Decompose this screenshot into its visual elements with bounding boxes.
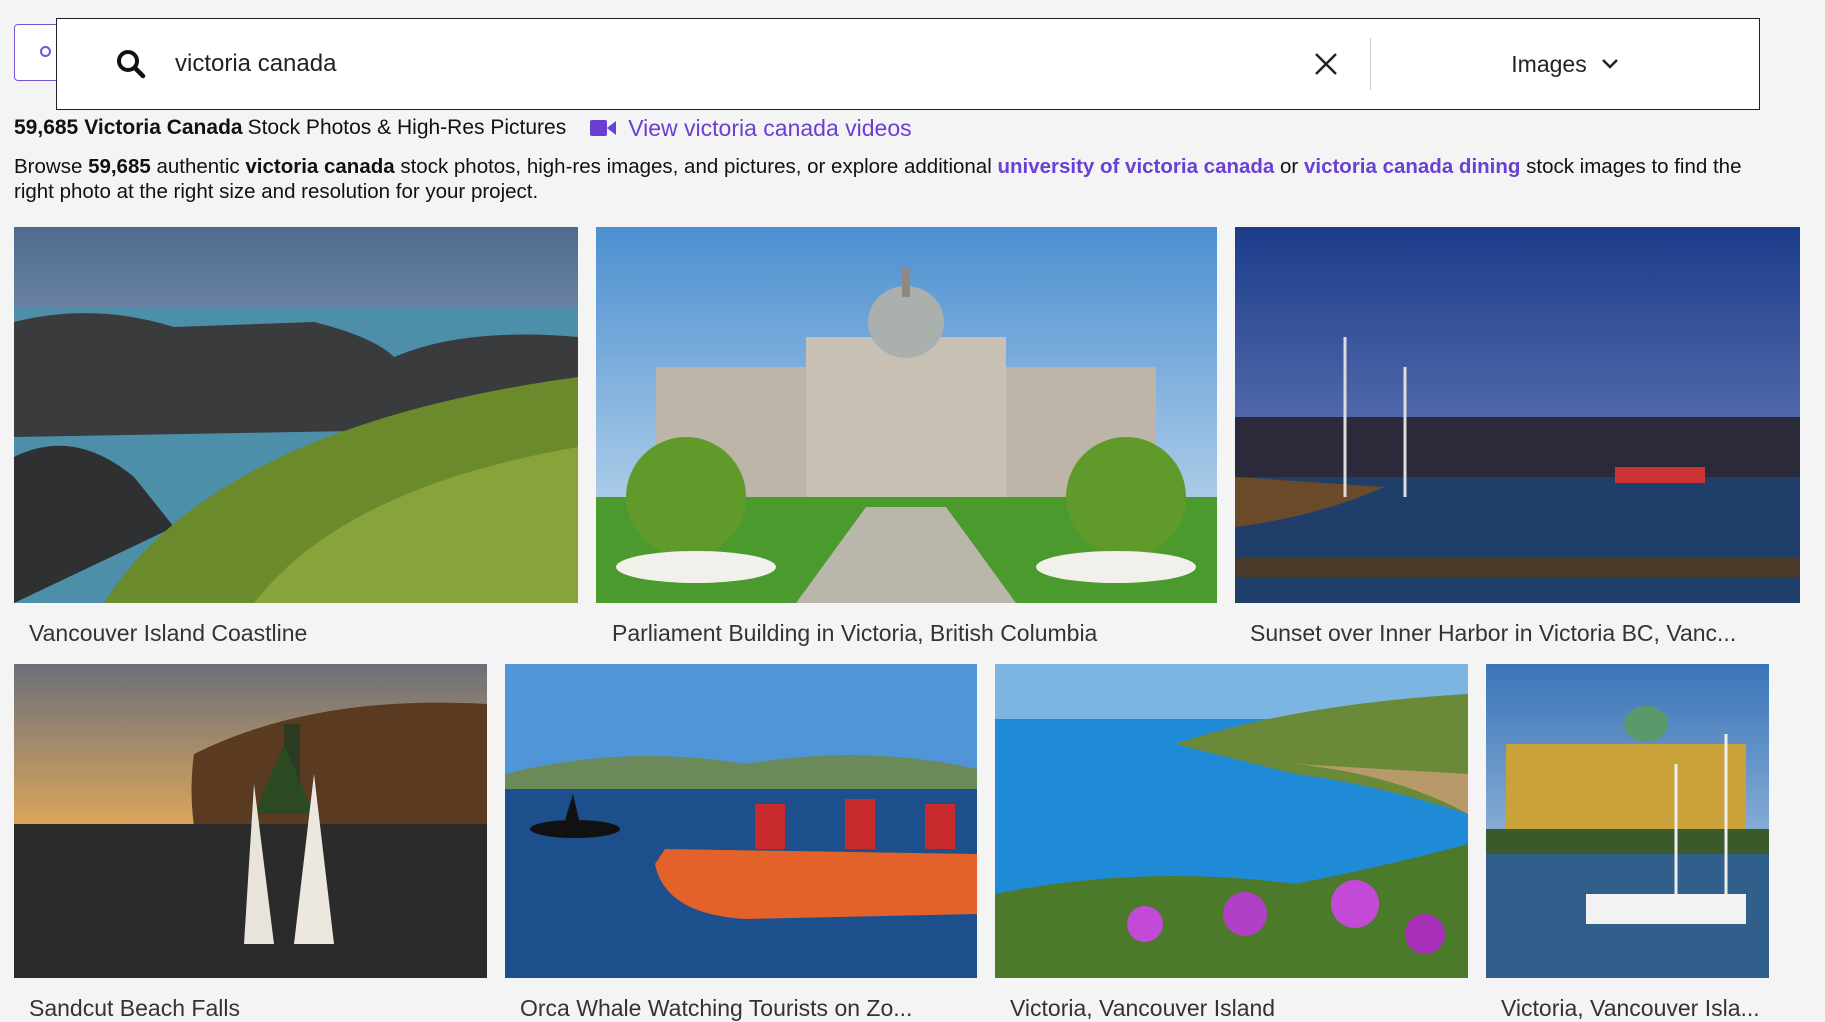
- browse-count: 59,685: [88, 155, 151, 178]
- results-count: 59,685: [14, 116, 79, 139]
- image-tile[interactable]: [1235, 227, 1800, 603]
- results-term: Victoria Canada: [84, 116, 243, 139]
- parliament-harbor-photo: [1486, 664, 1769, 978]
- related-search-link[interactable]: university of victoria canada: [997, 155, 1274, 178]
- results-heading: 59,685 Victoria Canada Stock Photos & Hi…: [14, 114, 912, 142]
- view-videos-label: View victoria canada videos: [628, 114, 912, 141]
- browse-description: Browse 59,685 authentic victoria canada …: [14, 154, 1784, 204]
- parliament-photo: [596, 227, 1217, 603]
- media-type-dropdown[interactable]: Images: [1371, 34, 1759, 94]
- orca-tour-photo: [505, 664, 977, 978]
- search-icon: [40, 46, 51, 57]
- coastline-photo: [14, 227, 578, 603]
- search-bar: Images: [56, 18, 1760, 110]
- image-tile[interactable]: [596, 227, 1217, 603]
- browse-prefix: Browse: [14, 155, 83, 178]
- image-caption[interactable]: Sandcut Beach Falls: [29, 995, 479, 1022]
- image-tile[interactable]: [1486, 664, 1769, 978]
- close-icon[interactable]: [1306, 44, 1346, 84]
- search-results-page: Images 59,685 Victoria Canada Stock Phot…: [0, 0, 1825, 1022]
- results-suffix: Stock Photos & High-Res Pictures: [247, 116, 567, 139]
- image-tile[interactable]: [505, 664, 977, 978]
- image-caption[interactable]: Vancouver Island Coastline: [29, 620, 569, 647]
- chevron-down-icon: [1601, 59, 1618, 69]
- image-caption[interactable]: Orca Whale Watching Tourists on Zo...: [520, 995, 970, 1022]
- browse-term: victoria canada: [245, 155, 395, 178]
- image-tile[interactable]: [14, 227, 578, 603]
- video-camera-icon: [590, 120, 617, 136]
- harbor-sunset-photo: [1235, 227, 1800, 603]
- view-videos-link[interactable]: View victoria canada videos: [590, 114, 912, 142]
- waterfall-photo: [14, 664, 487, 978]
- image-caption[interactable]: Victoria, Vancouver Island: [1010, 995, 1460, 1022]
- coast-flowers-photo: [995, 664, 1468, 978]
- browse-authentic: authentic: [156, 155, 240, 178]
- browse-or: or: [1280, 155, 1299, 178]
- search-input[interactable]: [161, 34, 1306, 94]
- search-icon[interactable]: [101, 34, 161, 94]
- related-search-link[interactable]: victoria canada dining: [1304, 155, 1520, 178]
- image-caption[interactable]: Parliament Building in Victoria, British…: [612, 620, 1212, 647]
- browse-middle: stock photos, high-res images, and pictu…: [400, 155, 992, 178]
- image-tile[interactable]: [14, 664, 487, 978]
- image-tile[interactable]: [995, 664, 1468, 978]
- image-caption[interactable]: Victoria, Vancouver Isla...: [1501, 995, 1771, 1022]
- media-type-label: Images: [1511, 50, 1587, 77]
- image-caption[interactable]: Sunset over Inner Harbor in Victoria BC,…: [1250, 620, 1770, 647]
